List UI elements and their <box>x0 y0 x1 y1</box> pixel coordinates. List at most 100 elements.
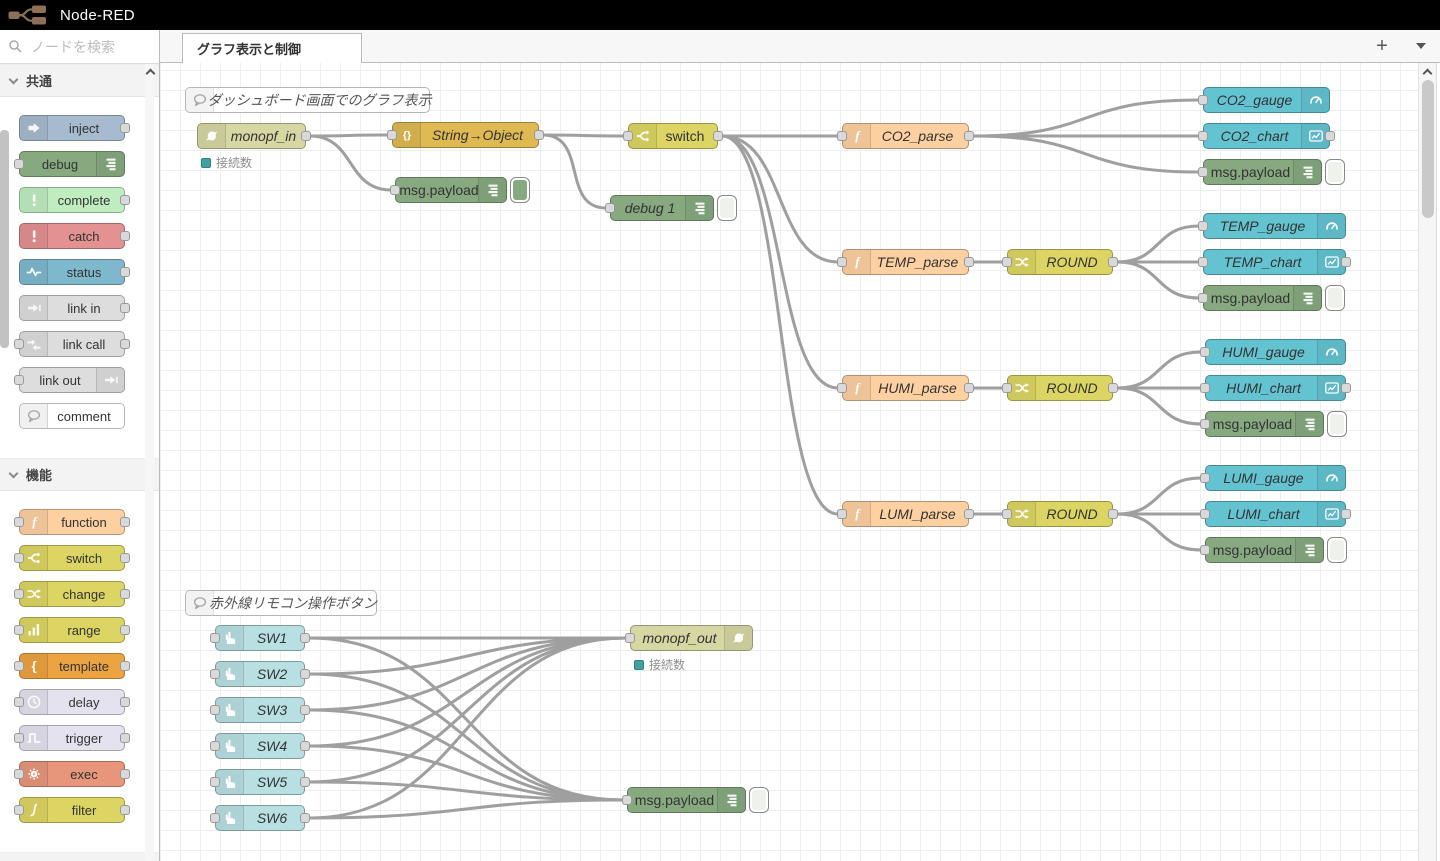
node-input-port[interactable] <box>14 589 24 599</box>
node-input-port[interactable] <box>210 741 220 751</box>
wire-string-to-object-to-debug-1[interactable] <box>543 135 606 208</box>
search-input[interactable] <box>29 38 147 56</box>
flow-node-humi-parse[interactable]: fHUMI_parse <box>842 375 969 401</box>
wire-sw3-to-msg-payload-remote[interactable] <box>309 710 623 800</box>
flow-canvas[interactable]: ダッシュボード画面でのグラフ表示 monopf_in接続数 {}String→Obj… <box>160 63 1440 861</box>
node-input-port[interactable] <box>837 257 847 267</box>
node-input-port[interactable] <box>1198 257 1208 267</box>
flow-node-sw2[interactable]: SW2 <box>215 661 305 687</box>
node-input-port[interactable] <box>1200 347 1210 357</box>
node-input-port[interactable] <box>14 733 24 743</box>
palette-node-catch[interactable]: catch <box>19 223 125 249</box>
flow-node-switch-node[interactable]: switch <box>628 123 718 149</box>
debug-toggle-button[interactable] <box>717 195 737 221</box>
flow-node-sw5[interactable]: SW5 <box>215 769 305 795</box>
flow-node-temp-parse[interactable]: fTEMP_parse <box>842 249 969 275</box>
wire-round-temp-to-temp-gauge[interactable] <box>1117 226 1199 262</box>
tab-graph-display[interactable]: グラフ表示と制御 <box>182 33 362 63</box>
palette-node-complete[interactable]: complete <box>19 187 125 213</box>
node-input-port[interactable] <box>1002 257 1012 267</box>
node-input-port[interactable] <box>14 553 24 563</box>
node-input-port[interactable] <box>1200 383 1210 393</box>
wire-monopf-in-to-msg-payload-top[interactable] <box>310 136 391 190</box>
node-output-port[interactable] <box>120 195 130 205</box>
flow-node-co2-chart[interactable]: CO2_chart <box>1203 123 1330 149</box>
node-input-port[interactable] <box>14 769 24 779</box>
flow-node-temp-chart[interactable]: TEMP_chart <box>1203 249 1346 275</box>
node-output-port[interactable] <box>300 777 310 787</box>
node-output-port[interactable] <box>1108 509 1118 519</box>
palette-scrollbar-thumb[interactable] <box>0 130 9 348</box>
wire-round-lumi-to-lumi-gauge[interactable] <box>1117 478 1201 514</box>
node-input-port[interactable] <box>210 777 220 787</box>
palette-node-inject[interactable]: inject <box>19 115 125 141</box>
node-input-port[interactable] <box>1200 545 1210 555</box>
flow-node-temp-gauge[interactable]: TEMP_gauge <box>1203 213 1346 239</box>
flow-node-msg-payload-remote[interactable]: msg.payload <box>627 787 746 813</box>
flow-node-comment-remote[interactable]: 赤外線リモコン操作ボタン <box>185 590 377 616</box>
node-output-port[interactable] <box>120 553 130 563</box>
chevron-down-icon[interactable] <box>1416 43 1426 49</box>
wire-sw6-to-msg-payload-remote[interactable] <box>309 800 623 818</box>
palette-node-link-out[interactable]: link out <box>19 367 125 393</box>
flow-node-lumi-gauge[interactable]: LUMI_gauge <box>1205 465 1346 491</box>
palette-node-exec[interactable]: exec <box>19 761 125 787</box>
palette-category-header[interactable]: 機能 <box>0 458 159 491</box>
node-input-port[interactable] <box>1198 221 1208 231</box>
flow-node-humi-gauge[interactable]: HUMI_gauge <box>1205 339 1346 365</box>
node-input-port[interactable] <box>210 813 220 823</box>
node-input-port[interactable] <box>1198 167 1208 177</box>
node-input-port[interactable] <box>14 159 24 169</box>
palette-node-debug[interactable]: debug <box>19 151 125 177</box>
flow-node-sw6[interactable]: SW6 <box>215 805 305 831</box>
wire-switch-node-to-lumi-parse[interactable] <box>722 136 838 514</box>
node-output-port[interactable] <box>120 661 130 671</box>
flow-node-comment-dashboard[interactable]: ダッシュボード画面でのグラフ表示 <box>185 87 430 113</box>
node-output-port[interactable] <box>300 813 310 823</box>
flow-node-monopf-in[interactable]: monopf_in接続数 <box>197 123 306 149</box>
flow-node-round-temp[interactable]: ROUND <box>1007 249 1113 275</box>
node-input-port[interactable] <box>1002 383 1012 393</box>
node-input-port[interactable] <box>1200 419 1210 429</box>
palette-node-switch[interactable]: switch <box>19 545 125 571</box>
flow-node-msg-payload-humi[interactable]: msg.payload <box>1205 411 1324 437</box>
debug-toggle-button[interactable] <box>1325 285 1345 311</box>
node-output-port[interactable] <box>1341 383 1351 393</box>
palette-node-link-call[interactable]: link call <box>19 331 125 357</box>
node-input-port[interactable] <box>387 130 397 140</box>
palette-node-delay[interactable]: delay <box>19 689 125 715</box>
node-input-port[interactable] <box>1198 293 1208 303</box>
node-output-port[interactable] <box>300 669 310 679</box>
node-output-port[interactable] <box>120 267 130 277</box>
palette-node-status[interactable]: status <box>19 259 125 285</box>
node-input-port[interactable] <box>1002 509 1012 519</box>
node-output-port[interactable] <box>713 131 723 141</box>
flow-node-string-to-object[interactable]: {}String→Object <box>392 122 539 148</box>
node-input-port[interactable] <box>837 509 847 519</box>
node-output-port[interactable] <box>120 733 130 743</box>
node-output-port[interactable] <box>120 589 130 599</box>
node-output-port[interactable] <box>120 231 130 241</box>
node-input-port[interactable] <box>210 669 220 679</box>
node-input-port[interactable] <box>1200 473 1210 483</box>
node-output-port[interactable] <box>1108 257 1118 267</box>
flow-node-round-humi[interactable]: ROUND <box>1007 375 1113 401</box>
palette-node-range[interactable]: range <box>19 617 125 643</box>
node-input-port[interactable] <box>625 633 635 643</box>
node-output-port[interactable] <box>120 123 130 133</box>
node-input-port[interactable] <box>1198 131 1208 141</box>
node-output-port[interactable] <box>300 633 310 643</box>
wire-round-humi-to-msg-payload-humi[interactable] <box>1117 388 1201 424</box>
canvas-scroll-up-icon[interactable] <box>1423 69 1433 79</box>
node-output-port[interactable] <box>120 697 130 707</box>
node-output-port[interactable] <box>964 509 974 519</box>
flow-node-msg-payload-temp[interactable]: msg.payload <box>1203 285 1322 311</box>
node-input-port[interactable] <box>390 185 400 195</box>
node-output-port[interactable] <box>300 705 310 715</box>
wire-monopf-in-to-string-to-object[interactable] <box>310 135 388 136</box>
node-input-port[interactable] <box>622 795 632 805</box>
palette-node-comment[interactable]: comment <box>19 403 125 429</box>
debug-toggle-button[interactable] <box>510 177 530 203</box>
node-output-port[interactable] <box>120 339 130 349</box>
node-input-port[interactable] <box>210 633 220 643</box>
